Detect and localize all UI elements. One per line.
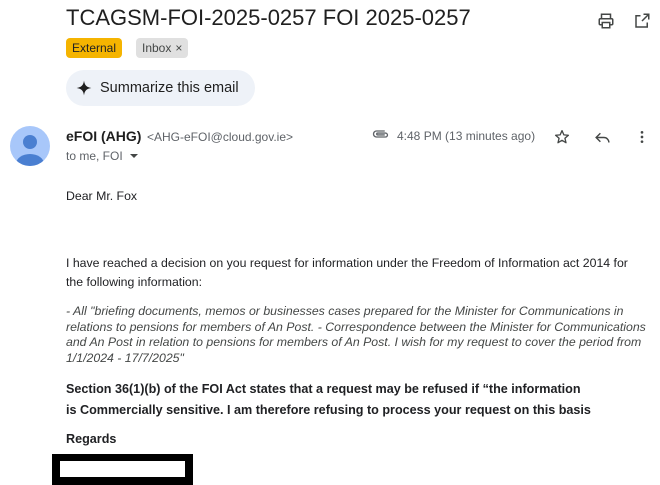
- label-external-text: External: [72, 41, 117, 55]
- email-quote: - All "briefing documents, memos or busi…: [66, 304, 646, 365]
- star-icon[interactable]: [551, 126, 573, 148]
- email-greeting: Dear Mr. Fox: [66, 189, 138, 203]
- email-intro: I have reached a decision on you request…: [66, 256, 628, 289]
- email-section-statement: Section 36(1)(b) of the FOI Act states t…: [66, 379, 626, 421]
- summarize-label: Summarize this email: [100, 80, 239, 96]
- remove-label-icon[interactable]: ×: [175, 41, 182, 55]
- timestamp: 4:48 PM (13 minutes ago): [397, 129, 536, 143]
- summarize-button[interactable]: Summarize this email: [66, 70, 255, 106]
- sender-name[interactable]: eFOI (AHG): [66, 128, 141, 144]
- paperclip-icon: [372, 130, 389, 138]
- sender-email: <AHG-eFOI@cloud.gov.ie>: [147, 130, 294, 144]
- email-regards: Regards: [66, 432, 117, 446]
- section-line-2: is Commercially sensitive. I am therefor…: [66, 403, 591, 417]
- recipients-line[interactable]: to me, FOI: [66, 149, 139, 163]
- redacted-signature: [52, 454, 193, 485]
- label-inbox[interactable]: Inbox ×: [136, 38, 189, 58]
- email-subject: TCAGSM-FOI-2025-0257 FOI 2025-0257: [66, 5, 471, 30]
- chevron-down-icon[interactable]: [129, 151, 139, 161]
- open-in-new-window-icon[interactable]: [631, 10, 653, 32]
- label-external[interactable]: External: [66, 38, 123, 58]
- avatar[interactable]: [10, 126, 50, 166]
- print-icon[interactable]: [595, 10, 617, 32]
- label-inbox-text: Inbox: [142, 41, 172, 55]
- section-line-1: Section 36(1)(b) of the FOI Act states t…: [66, 382, 581, 396]
- recipients-text: to me, FOI: [66, 149, 123, 163]
- more-vertical-icon[interactable]: [631, 126, 653, 148]
- person-icon: [16, 135, 44, 166]
- reply-icon[interactable]: [591, 126, 613, 148]
- sparkle-icon: [76, 80, 92, 96]
